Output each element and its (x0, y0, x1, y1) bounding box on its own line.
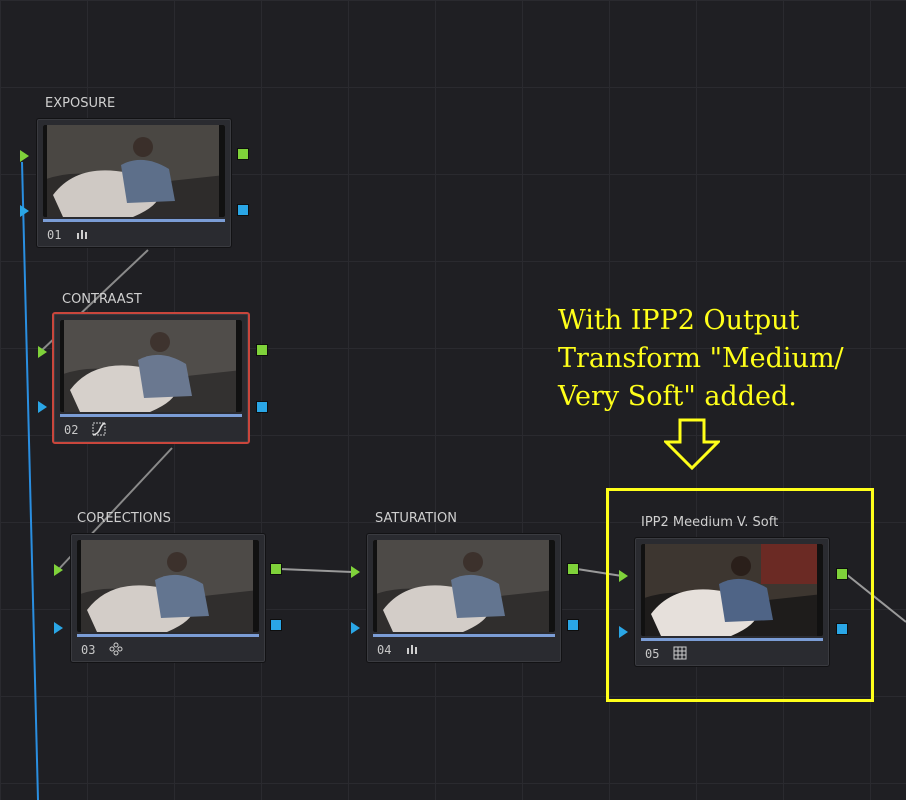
annotation-line: With IPP2 Output (558, 305, 800, 336)
key-input-port[interactable] (351, 622, 360, 634)
node-number: 01 (47, 228, 62, 242)
rgb-output-port[interactable] (270, 563, 282, 575)
rgb-input-port[interactable] (38, 346, 47, 358)
key-output-port[interactable] (237, 204, 249, 216)
key-output-port[interactable] (270, 619, 282, 631)
key-input-port[interactable] (38, 401, 47, 413)
key-output-port[interactable] (256, 401, 268, 413)
node-thumbnail (373, 540, 555, 632)
rgb-output-port[interactable] (237, 148, 249, 160)
rgb-output-port[interactable] (567, 563, 579, 575)
rgb-input-port[interactable] (351, 566, 360, 578)
node-progress-bar (373, 634, 555, 637)
color-wheels-icon (109, 642, 123, 656)
node-progress-bar (77, 634, 259, 637)
rgb-input-port[interactable] (20, 150, 29, 162)
node-progress-bar (60, 414, 242, 417)
annotation-text: With IPP2 Output Transform "Medium/ Very… (558, 302, 844, 416)
node-01-title: EXPOSURE (45, 96, 116, 111)
curve-icon (92, 422, 106, 436)
key-output-port[interactable] (567, 619, 579, 631)
node-04-title: SATURATION (375, 511, 457, 526)
node-03[interactable]: 03 (70, 533, 266, 663)
node-01[interactable]: 01 (36, 118, 232, 248)
node-progress-bar (43, 219, 225, 222)
down-arrow-icon (664, 418, 720, 470)
node-number: 03 (81, 643, 96, 657)
node-thumbnail (43, 125, 225, 217)
wire-03-to-04 (279, 568, 353, 573)
node-number: 04 (377, 643, 392, 657)
annotation-highlight-box (606, 488, 874, 702)
node-thumbnail (60, 320, 242, 412)
annotation-line: Very Soft" added. (558, 381, 797, 412)
rgb-output-port[interactable] (256, 344, 268, 356)
key-wire (21, 161, 39, 800)
bar-chart-icon (77, 230, 87, 239)
node-03-title: COREECTIONS (77, 511, 171, 526)
node-04[interactable]: 04 (366, 533, 562, 663)
node-02-title: CONTRAAST (62, 292, 142, 307)
bar-chart-icon (407, 645, 417, 654)
annotation-line: Transform "Medium/ (558, 343, 844, 374)
node-02[interactable]: 02 (52, 312, 250, 444)
key-input-port[interactable] (20, 205, 29, 217)
key-input-port[interactable] (54, 622, 63, 634)
rgb-input-port[interactable] (54, 564, 63, 576)
node-number: 02 (64, 423, 79, 437)
node-thumbnail (77, 540, 259, 632)
